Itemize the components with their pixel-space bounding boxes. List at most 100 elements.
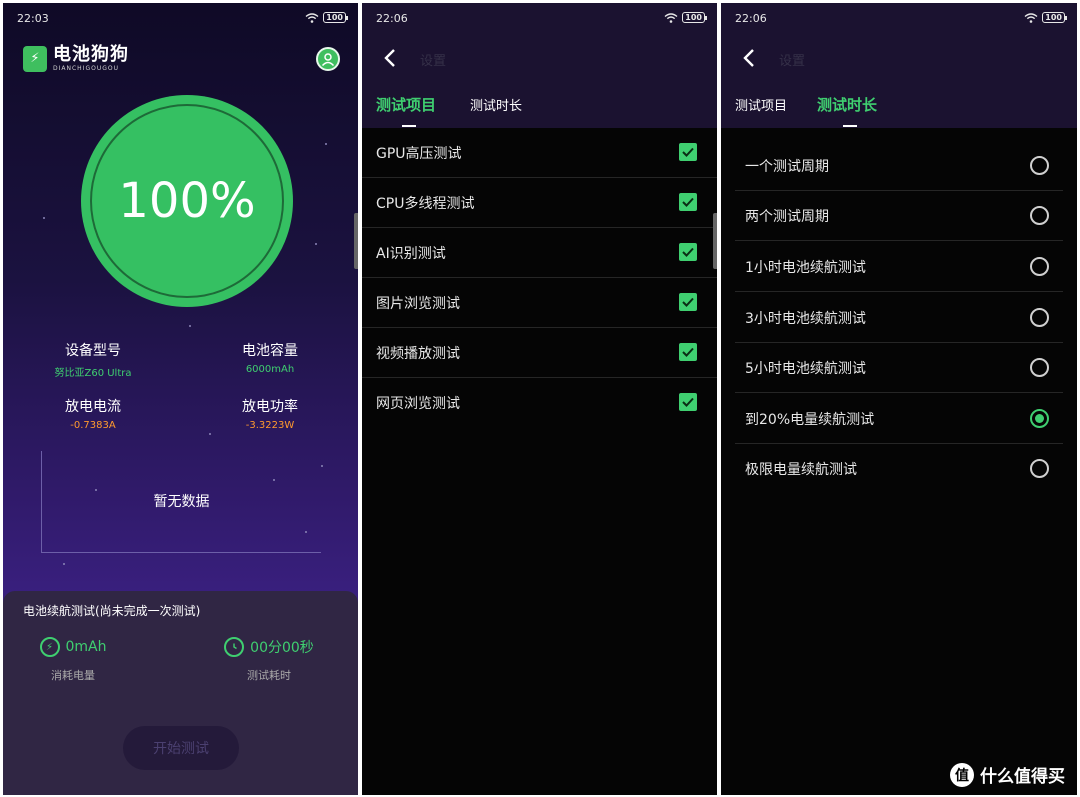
test-item-label: 网页浏览测试 bbox=[376, 396, 460, 412]
duration-option-label: 5小时电池续航测试 bbox=[745, 361, 866, 377]
test-item-row[interactable]: CPU多线程测试 bbox=[362, 178, 717, 228]
battery-indicator: 100 bbox=[682, 12, 707, 23]
duration-radio[interactable] bbox=[1030, 206, 1049, 225]
consumed-capacity-metric: ⚡ 0mAh 消耗电量 bbox=[3, 637, 143, 683]
test-item-label: CPU多线程测试 bbox=[376, 196, 475, 212]
side-drawer-handle[interactable] bbox=[354, 213, 358, 269]
elapsed-time-value: 00分00秒 bbox=[250, 640, 314, 656]
device-model-stat: 设备型号 努比亚Z60 Ultra bbox=[23, 340, 163, 379]
duration-radio[interactable] bbox=[1030, 459, 1049, 478]
checkmark-icon bbox=[682, 197, 694, 207]
discharge-current-stat: 放电电流 -0.7383A bbox=[23, 396, 163, 431]
discharge-current-label: 放电电流 bbox=[65, 399, 121, 415]
discharge-current-value: -0.7383A bbox=[70, 420, 116, 431]
settings-test-items-screen: 22:06 100 设置 测试项目 测试时长 GPU高压测试 CPU多线程测试 … bbox=[362, 3, 717, 795]
test-item-label: AI识别测试 bbox=[376, 246, 446, 262]
checkmark-icon bbox=[682, 397, 694, 407]
test-item-checkbox[interactable] bbox=[679, 193, 697, 211]
test-item-row[interactable]: AI识别测试 bbox=[362, 228, 717, 278]
test-item-label: 视频播放测试 bbox=[376, 346, 460, 362]
test-item-row[interactable]: GPU高压测试 bbox=[362, 128, 717, 178]
test-item-row[interactable]: 网页浏览测试 bbox=[362, 378, 717, 428]
consumed-capacity-value: 0mAh bbox=[65, 639, 107, 655]
chart-empty-text: 暂无数据 bbox=[153, 494, 210, 510]
battery-capacity-value: 6000mAh bbox=[245, 364, 295, 375]
duration-option-label: 3小时电池续航测试 bbox=[745, 311, 866, 327]
duration-radio[interactable] bbox=[1030, 358, 1049, 377]
test-item-label: 图片浏览测试 bbox=[376, 296, 460, 312]
star-decoration bbox=[43, 217, 45, 219]
tab-test-items[interactable]: 测试项目 bbox=[735, 95, 787, 114]
chevron-left-icon bbox=[384, 49, 395, 67]
test-item-checkbox[interactable] bbox=[679, 293, 697, 311]
side-drawer-handle[interactable] bbox=[713, 213, 717, 269]
watermark-text: 什么值得买 bbox=[980, 767, 1065, 787]
checkmark-icon bbox=[682, 297, 694, 307]
duration-option-label: 两个测试周期 bbox=[745, 209, 829, 225]
star-decoration bbox=[321, 465, 323, 467]
checkmark-icon bbox=[682, 247, 694, 257]
battery-capacity-label: 电池容量 bbox=[242, 343, 298, 359]
status-bar: 22:06 100 bbox=[376, 12, 707, 28]
app-name-english: DIANCHIGOUGOU bbox=[53, 65, 119, 72]
status-time: 22:06 bbox=[735, 12, 767, 25]
wifi-icon bbox=[305, 12, 319, 23]
elapsed-time-label: 测试耗时 bbox=[247, 669, 291, 682]
consumed-capacity-label: 消耗电量 bbox=[51, 669, 95, 682]
user-profile-button[interactable] bbox=[316, 47, 340, 71]
status-bar: 22:03 100 bbox=[17, 12, 348, 28]
user-icon bbox=[321, 53, 335, 66]
watermark-logo-icon: 值 bbox=[950, 762, 974, 787]
back-button[interactable] bbox=[380, 47, 400, 69]
page-title: 设置 bbox=[779, 54, 806, 69]
duration-option-row[interactable]: 一个测试周期 bbox=[735, 141, 1063, 191]
star-decoration bbox=[63, 563, 65, 565]
back-button[interactable] bbox=[739, 47, 759, 69]
app-logo: ⚡ 电池狗狗 DIANCHIGOUGOU bbox=[23, 45, 129, 72]
battery-indicator: 100 bbox=[1042, 12, 1067, 23]
battery-dog-logo-icon: ⚡ bbox=[23, 45, 47, 72]
duration-option-row[interactable]: 5小时电池续航测试 bbox=[735, 343, 1063, 393]
device-model-value: 努比亚Z60 Ultra bbox=[54, 368, 132, 379]
device-model-label: 设备型号 bbox=[65, 343, 121, 359]
wifi-icon bbox=[1024, 12, 1038, 23]
duration-radio-selected[interactable] bbox=[1030, 409, 1049, 428]
star-decoration bbox=[189, 325, 191, 327]
duration-option-row[interactable]: 到20%电量续航测试 bbox=[735, 394, 1063, 444]
duration-option-label: 一个测试周期 bbox=[745, 159, 829, 175]
duration-radio[interactable] bbox=[1030, 257, 1049, 276]
discharge-power-stat: 放电功率 -3.3223W bbox=[200, 396, 340, 431]
chevron-left-icon bbox=[743, 49, 754, 67]
test-item-checkbox[interactable] bbox=[679, 343, 697, 361]
duration-radio[interactable] bbox=[1030, 156, 1049, 175]
duration-option-label: 1小时电池续航测试 bbox=[745, 260, 866, 276]
test-item-checkbox[interactable] bbox=[679, 143, 697, 161]
duration-option-row[interactable]: 极限电量续航测试 bbox=[735, 444, 1063, 494]
status-time: 22:03 bbox=[17, 12, 49, 25]
active-tab-indicator bbox=[843, 125, 857, 127]
tab-test-duration[interactable]: 测试时长 bbox=[470, 95, 522, 114]
star-decoration bbox=[315, 243, 317, 245]
duration-option-row[interactable]: 3小时电池续航测试 bbox=[735, 293, 1063, 343]
test-item-row[interactable]: 视频播放测试 bbox=[362, 328, 717, 378]
watermark: 值 什么值得买 bbox=[950, 762, 1065, 787]
test-item-row[interactable]: 图片浏览测试 bbox=[362, 278, 717, 328]
test-item-checkbox[interactable] bbox=[679, 243, 697, 261]
tab-test-items[interactable]: 测试项目 bbox=[376, 94, 436, 115]
duration-option-row[interactable]: 两个测试周期 bbox=[735, 191, 1063, 241]
battery-test-title: 电池续航测试(尚未完成一次测试) bbox=[23, 604, 201, 618]
elapsed-time-metric: 00分00秒 测试耗时 bbox=[199, 637, 339, 683]
duration-option-label: 到20%电量续航测试 bbox=[745, 412, 875, 428]
test-item-checkbox[interactable] bbox=[679, 393, 697, 411]
discharge-power-label: 放电功率 bbox=[242, 399, 298, 415]
wifi-icon bbox=[664, 12, 678, 23]
tab-test-duration[interactable]: 测试时长 bbox=[817, 94, 877, 115]
duration-option-row[interactable]: 1小时电池续航测试 bbox=[735, 242, 1063, 292]
start-test-button[interactable]: 开始测试 bbox=[123, 726, 239, 770]
app-name: 电池狗狗 bbox=[53, 44, 129, 65]
star-decoration bbox=[325, 143, 327, 145]
discharge-chart-area: 暂无数据 bbox=[41, 451, 321, 553]
duration-radio[interactable] bbox=[1030, 308, 1049, 327]
test-item-label: GPU高压测试 bbox=[376, 146, 462, 162]
clock-icon bbox=[224, 637, 245, 657]
